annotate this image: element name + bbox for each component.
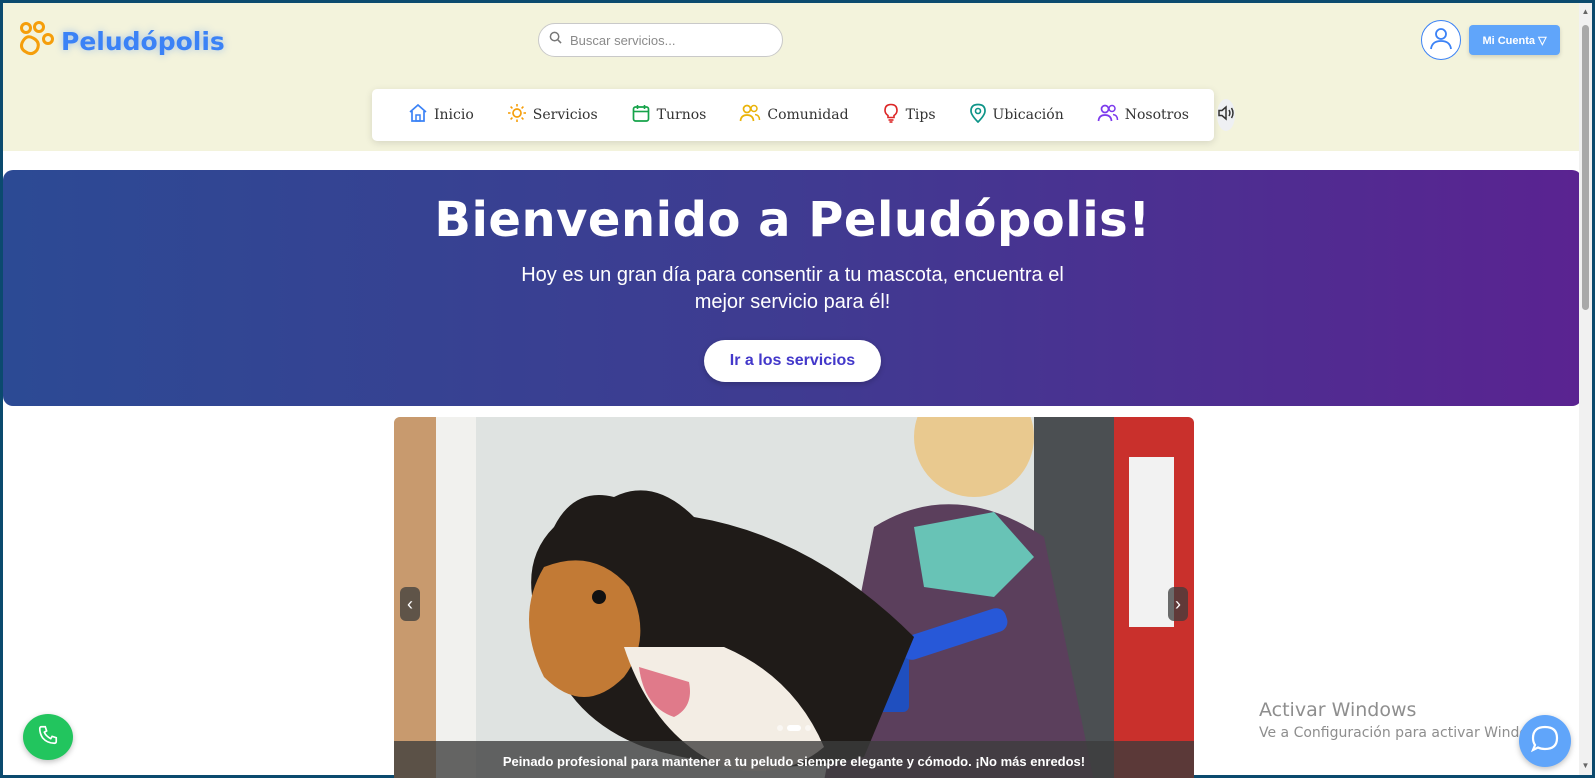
windows-activation-watermark: Activar Windows Ve a Configuración para … bbox=[1259, 699, 1551, 741]
go-to-services-button[interactable]: Ir a los servicios bbox=[703, 340, 882, 382]
nav-label: Ubicación bbox=[992, 107, 1064, 123]
home-icon bbox=[408, 103, 428, 127]
nav-item-ubicacion[interactable]: Ubicación bbox=[969, 103, 1064, 127]
image-carousel: ‹ › Peinado profesional para mantener a … bbox=[394, 417, 1194, 778]
phone-icon bbox=[37, 724, 59, 751]
nav-label: Inicio bbox=[434, 107, 474, 123]
nav-label: Turnos bbox=[656, 107, 707, 123]
carousel-dot[interactable] bbox=[777, 725, 783, 731]
carousel-dot[interactable] bbox=[805, 725, 811, 731]
scroll-thumb[interactable] bbox=[1582, 25, 1589, 310]
search-icon bbox=[549, 31, 562, 49]
nav-label: Nosotros bbox=[1124, 107, 1189, 123]
page-scrollbar[interactable]: ▲ ▼ bbox=[1579, 3, 1592, 775]
sound-toggle-button[interactable] bbox=[1216, 99, 1235, 131]
speaker-icon bbox=[1217, 104, 1235, 126]
carousel-next-button[interactable]: › bbox=[1168, 587, 1188, 621]
brand-name: Peludópolis bbox=[61, 27, 225, 56]
chat-bubble-icon bbox=[1530, 724, 1560, 759]
hero-banner: Bienvenido a Peludópolis! Hoy es un gran… bbox=[3, 170, 1582, 406]
nav-label: Servicios bbox=[532, 107, 598, 123]
nav-item-inicio[interactable]: Inicio bbox=[408, 103, 474, 127]
user-avatar-button[interactable] bbox=[1421, 20, 1461, 60]
slide-caption: Peinado profesional para mantener a tu p… bbox=[394, 741, 1194, 778]
watermark-subtitle: Ve a Configuración para activar Windows. bbox=[1259, 725, 1552, 741]
search-box bbox=[538, 23, 783, 57]
nav-item-turnos[interactable]: Turnos bbox=[631, 103, 707, 127]
carousel-prev-button[interactable]: ‹ bbox=[400, 587, 420, 621]
nav-item-tips[interactable]: Tips bbox=[882, 103, 936, 127]
account-menu-button[interactable]: Mi Cuenta ▽ bbox=[1469, 25, 1560, 55]
scroll-down-arrow-icon[interactable]: ▼ bbox=[1581, 761, 1590, 771]
chat-button[interactable] bbox=[1519, 715, 1571, 767]
carousel-indicators bbox=[777, 725, 811, 731]
main-nav: Inicio Servicios Turnos Comunidad Tips U… bbox=[372, 89, 1235, 141]
logo[interactable]: Peludópolis bbox=[17, 21, 225, 62]
search-input[interactable] bbox=[570, 32, 760, 48]
hero-title: Bienvenido a Peludópolis! bbox=[434, 192, 1151, 248]
users-icon bbox=[739, 103, 761, 127]
carousel-dot-active[interactable] bbox=[787, 725, 801, 731]
watermark-title: Activar Windows bbox=[1259, 699, 1417, 721]
sun-icon bbox=[507, 103, 527, 127]
team-icon bbox=[1097, 103, 1119, 127]
paw-icon bbox=[17, 21, 55, 62]
map-pin-icon bbox=[969, 103, 987, 127]
scroll-up-arrow-icon[interactable]: ▲ bbox=[1581, 7, 1590, 17]
nav-label: Comunidad bbox=[767, 107, 849, 123]
hero-subtitle: Hoy es un gran día para consentir a tu m… bbox=[521, 264, 1064, 313]
slide-image bbox=[394, 417, 1194, 778]
nav-item-nosotros[interactable]: Nosotros bbox=[1097, 103, 1189, 127]
user-icon bbox=[1428, 25, 1454, 56]
nav-item-servicios[interactable]: Servicios bbox=[507, 103, 598, 127]
lightbulb-icon bbox=[882, 103, 900, 127]
header: Peludópolis Mi Cuenta ▽ Inicio Servicios… bbox=[3, 3, 1592, 151]
nav-label: Tips bbox=[905, 107, 936, 123]
call-button[interactable] bbox=[23, 714, 73, 760]
nav-item-comunidad[interactable]: Comunidad bbox=[739, 103, 849, 127]
calendar-icon bbox=[631, 103, 651, 127]
